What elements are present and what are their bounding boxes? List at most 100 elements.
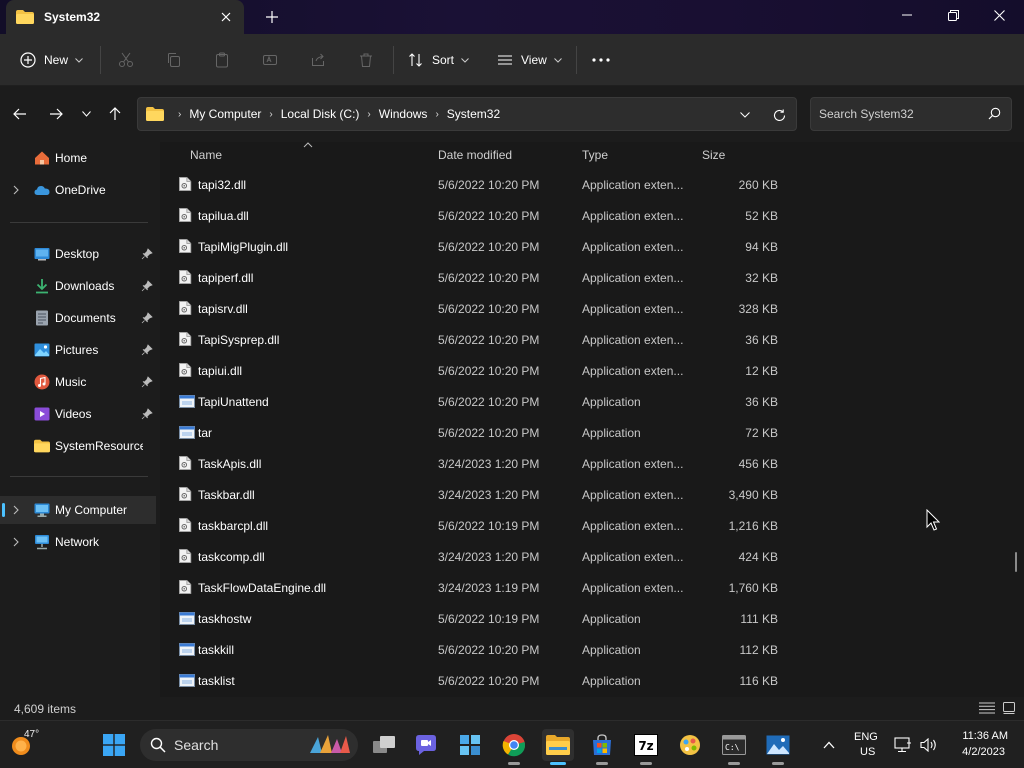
chevron-down-icon <box>740 112 750 118</box>
table-row[interactable]: tapilua.dll 5/6/2022 10:20 PM Application … <box>170 200 790 231</box>
file-type: Application exten... <box>582 209 684 223</box>
copy-button[interactable] <box>166 34 182 86</box>
sidebar-item-onedrive[interactable]: OneDrive <box>0 176 156 204</box>
sidebar-item-pictures[interactable]: Pictures <box>0 336 156 364</box>
delete-button[interactable] <box>358 34 374 86</box>
column-header-type[interactable]: Type <box>582 148 608 162</box>
address-history-button[interactable] <box>730 98 760 132</box>
new-tab-button[interactable] <box>262 7 282 27</box>
table-row[interactable]: TapiMigPlugin.dll 5/6/2022 10:20 PM Applic… <box>170 231 790 262</box>
table-row[interactable]: taskkill 5/6/2022 10:20 PM Application 112 … <box>170 634 790 665</box>
breadcrumb-windows[interactable]: Windows <box>379 107 428 121</box>
pin-icon[interactable] <box>141 408 153 420</box>
taskbar-app-paint[interactable] <box>674 729 706 761</box>
taskbar-app-terminal[interactable]: C:\ <box>718 729 750 765</box>
breadcrumb-local-disk[interactable]: Local Disk (C:) <box>281 107 360 121</box>
share-button[interactable] <box>310 34 326 86</box>
up-button[interactable] <box>103 102 127 126</box>
back-button[interactable] <box>8 102 32 126</box>
pin-icon[interactable] <box>141 280 153 292</box>
table-row[interactable]: TapiSysprep.dll 5/6/2022 10:20 PM Applicat… <box>170 324 790 355</box>
column-header-name[interactable]: Name <box>190 148 222 162</box>
table-row[interactable]: taskbarcpl.dll 5/6/2022 10:19 PM Applicati… <box>170 510 790 541</box>
view-list-icon <box>498 55 512 65</box>
table-row[interactable]: tapi32.dll 5/6/2022 10:20 PM Application e… <box>170 169 790 200</box>
table-row[interactable]: tapiperf.dll 5/6/2022 10:20 PM Application… <box>170 262 790 293</box>
taskbar-search[interactable]: Search <box>140 729 358 761</box>
taskbar-app-store[interactable] <box>586 729 618 765</box>
sidebar-item-downloads[interactable]: Downloads <box>0 272 156 300</box>
table-row[interactable]: tar 5/6/2022 10:20 PM Application 72 KB <box>170 417 790 448</box>
sort-button[interactable]: Sort <box>408 34 469 86</box>
sidebar-item-videos[interactable]: Videos <box>0 400 156 428</box>
table-row[interactable]: TaskFlowDataEngine.dll 3/24/2023 1:19 PM A… <box>170 572 790 603</box>
table-row[interactable]: tasklist 5/6/2022 10:20 PM Application 116 … <box>170 665 790 696</box>
dll-file-icon <box>179 270 192 284</box>
details-view-button[interactable] <box>978 700 996 716</box>
close-window-button[interactable] <box>976 0 1022 30</box>
breadcrumb-system32[interactable]: System32 <box>447 107 500 121</box>
column-header-size[interactable]: Size <box>702 148 725 162</box>
start-button[interactable] <box>98 729 130 761</box>
table-row[interactable]: taskcomp.dll 3/24/2023 1:20 PM Application… <box>170 541 790 572</box>
address-box[interactable]: › My Computer › Local Disk (C:) › Window… <box>137 97 797 131</box>
weather-widget[interactable]: 47° <box>10 729 50 761</box>
taskbar-app-photos[interactable] <box>762 729 794 765</box>
minimize-button[interactable] <box>884 0 930 30</box>
table-row[interactable]: Taskbar.dll 3/24/2023 1:20 PM Application … <box>170 479 790 510</box>
sidebar-item-music[interactable]: Music <box>0 368 156 396</box>
table-row[interactable]: taskhostw 5/6/2022 10:19 PM Application 111… <box>170 603 790 634</box>
view-button[interactable]: View <box>497 34 562 86</box>
sidebar-item-systemresources[interactable]: SystemResources <box>0 432 156 460</box>
breadcrumb-my-computer[interactable]: My Computer <box>189 107 261 121</box>
maximize-button[interactable] <box>930 0 976 30</box>
table-row[interactable]: TapiUnattend 5/6/2022 10:20 PM Application… <box>170 386 790 417</box>
search-box[interactable] <box>810 97 1012 131</box>
pin-icon[interactable] <box>141 312 153 324</box>
more-options-button[interactable] <box>592 34 610 86</box>
tiles-view-button[interactable] <box>1000 700 1018 716</box>
taskbar-app-7zip[interactable]: 7z <box>630 729 662 765</box>
sidebar-item-my-computer[interactable]: My Computer <box>0 496 156 524</box>
table-row[interactable]: TaskApis.dll 3/24/2023 1:20 PM Application… <box>170 448 790 479</box>
paste-button[interactable] <box>214 34 230 86</box>
dll-file-icon <box>179 301 192 315</box>
column-header-date[interactable]: Date modified <box>438 148 512 162</box>
new-button[interactable]: New <box>20 34 83 86</box>
taskbar-app-file-explorer[interactable] <box>542 729 574 765</box>
cut-button[interactable] <box>118 34 134 86</box>
tab-close-button[interactable] <box>218 9 234 25</box>
volume-tray-button[interactable] <box>916 729 942 761</box>
pin-icon[interactable] <box>141 376 153 388</box>
refresh-button[interactable] <box>764 98 794 132</box>
tab-system32[interactable]: System32 <box>6 0 244 34</box>
pin-icon[interactable] <box>141 344 153 356</box>
pin-icon[interactable] <box>141 248 153 260</box>
table-row[interactable]: tapisrv.dll 5/6/2022 10:20 PM Application … <box>170 293 790 324</box>
chevron-right-icon[interactable] <box>10 504 22 516</box>
sort-ascending-icon <box>303 142 313 148</box>
taskbar-app-widgets[interactable] <box>454 729 486 761</box>
taskbar-app-chat[interactable] <box>410 729 442 761</box>
language-indicator[interactable]: ENG US <box>850 730 886 760</box>
recent-locations-button[interactable] <box>74 102 98 126</box>
sidebar-item-network[interactable]: Network <box>0 528 156 556</box>
svg-text:7z: 7z <box>638 739 653 753</box>
clock[interactable]: 11:36 AM 4/2/2023 <box>948 729 1014 761</box>
scrollbar-thumb[interactable] <box>1015 552 1017 572</box>
taskbar-app-task-view[interactable] <box>368 729 400 761</box>
sidebar-item-documents[interactable]: Documents <box>0 304 156 332</box>
network-tray-button[interactable] <box>890 729 916 761</box>
rename-button[interactable] <box>262 34 278 86</box>
chevron-right-icon[interactable] <box>10 536 22 548</box>
taskbar-app-chrome[interactable] <box>498 729 530 765</box>
sidebar-item-label: Downloads <box>55 279 115 293</box>
forward-button[interactable] <box>44 102 68 126</box>
show-hidden-icons-button[interactable] <box>814 729 844 761</box>
sidebar-item-home[interactable]: Home <box>0 144 156 172</box>
search-input[interactable] <box>819 107 979 121</box>
table-row[interactable]: tapiui.dll 5/6/2022 10:20 PM Application e… <box>170 355 790 386</box>
dll-file-icon <box>179 487 192 501</box>
sidebar-item-desktop[interactable]: Desktop <box>0 240 156 268</box>
chevron-right-icon[interactable] <box>10 184 22 196</box>
